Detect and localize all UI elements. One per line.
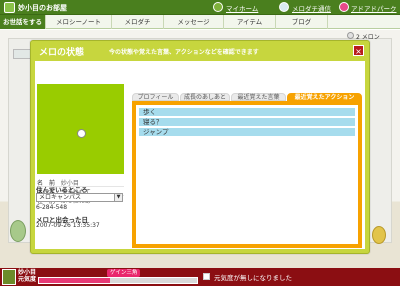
footer-notice: 元気度が無しになりました — [214, 274, 292, 282]
list-item[interactable]: 寝る？ — [139, 118, 355, 126]
residence-select[interactable]: メロキャンパス ▼ — [36, 193, 123, 202]
home-icon — [213, 2, 223, 12]
nav-friends[interactable]: メロダチ — [112, 15, 164, 29]
energy-bar — [38, 277, 198, 284]
room-title: 妙小目のお部屋 — [18, 4, 67, 12]
tab-recent-actions[interactable]: 最近覚えたアクション — [287, 93, 362, 101]
top-header: 妙小目のお部屋 マイホーム メロダチ通信 アドアドパーク — [0, 0, 400, 15]
residence-selected: メロキャンパス — [39, 194, 82, 201]
chevron-down-icon: ▼ — [114, 194, 122, 201]
ad-park-link[interactable]: アドアドパーク — [351, 3, 397, 13]
nav-items[interactable]: アイテム — [224, 15, 276, 29]
my-home-link[interactable]: マイホーム — [226, 3, 258, 13]
avatar — [2, 269, 16, 285]
list-item[interactable]: ジャンプ — [139, 128, 355, 136]
nav-blog[interactable]: ブログ — [276, 15, 328, 29]
footer-name-line1: 妙小目 — [18, 269, 37, 276]
nav-care[interactable]: お世話をする — [0, 15, 46, 29]
character-decoration — [372, 226, 386, 244]
status-badge: ゲイン三角 — [107, 269, 141, 277]
plant-decoration — [10, 220, 26, 242]
notice-checkbox[interactable] — [203, 273, 210, 280]
nav-messages[interactable]: メッセージ — [164, 15, 224, 29]
melodachi-news-link[interactable]: メロダチ通信 — [292, 3, 331, 13]
footer-name-line2: 元気度 — [18, 276, 37, 283]
residence-code: 6-284-548 — [36, 204, 68, 211]
main-nav: お世話をする メロシーノート メロダチ メッセージ アイテム ブログ — [0, 15, 400, 29]
park-icon — [339, 2, 349, 12]
nav-note[interactable]: メロシーノート — [46, 15, 112, 29]
actions-panel: 歩く 寝る？ ジャンプ — [132, 101, 362, 248]
dialog-left-column: 住んでいるところ メロキャンパス ▼ 6-284-548 メロと出会った日 20… — [30, 40, 370, 254]
list-item[interactable]: 歩く — [139, 108, 355, 116]
footer-name: 妙小目 元気度 — [18, 269, 36, 283]
met-date: 2007-09-26 13:35:37 — [36, 222, 100, 229]
meron-icon — [347, 32, 354, 39]
tab-recent-words[interactable]: 最近覚えた言葉 — [231, 93, 286, 101]
mail-icon — [279, 2, 289, 12]
tab-profile[interactable]: プロフィール — [132, 93, 179, 101]
energy-bar-fill — [39, 278, 111, 283]
status-footer: 妙小目 元気度 ゲイン三角 元気度が無しになりました — [0, 268, 400, 286]
house-icon — [4, 2, 15, 13]
tab-growth[interactable]: 成長のあしあと — [180, 93, 230, 101]
